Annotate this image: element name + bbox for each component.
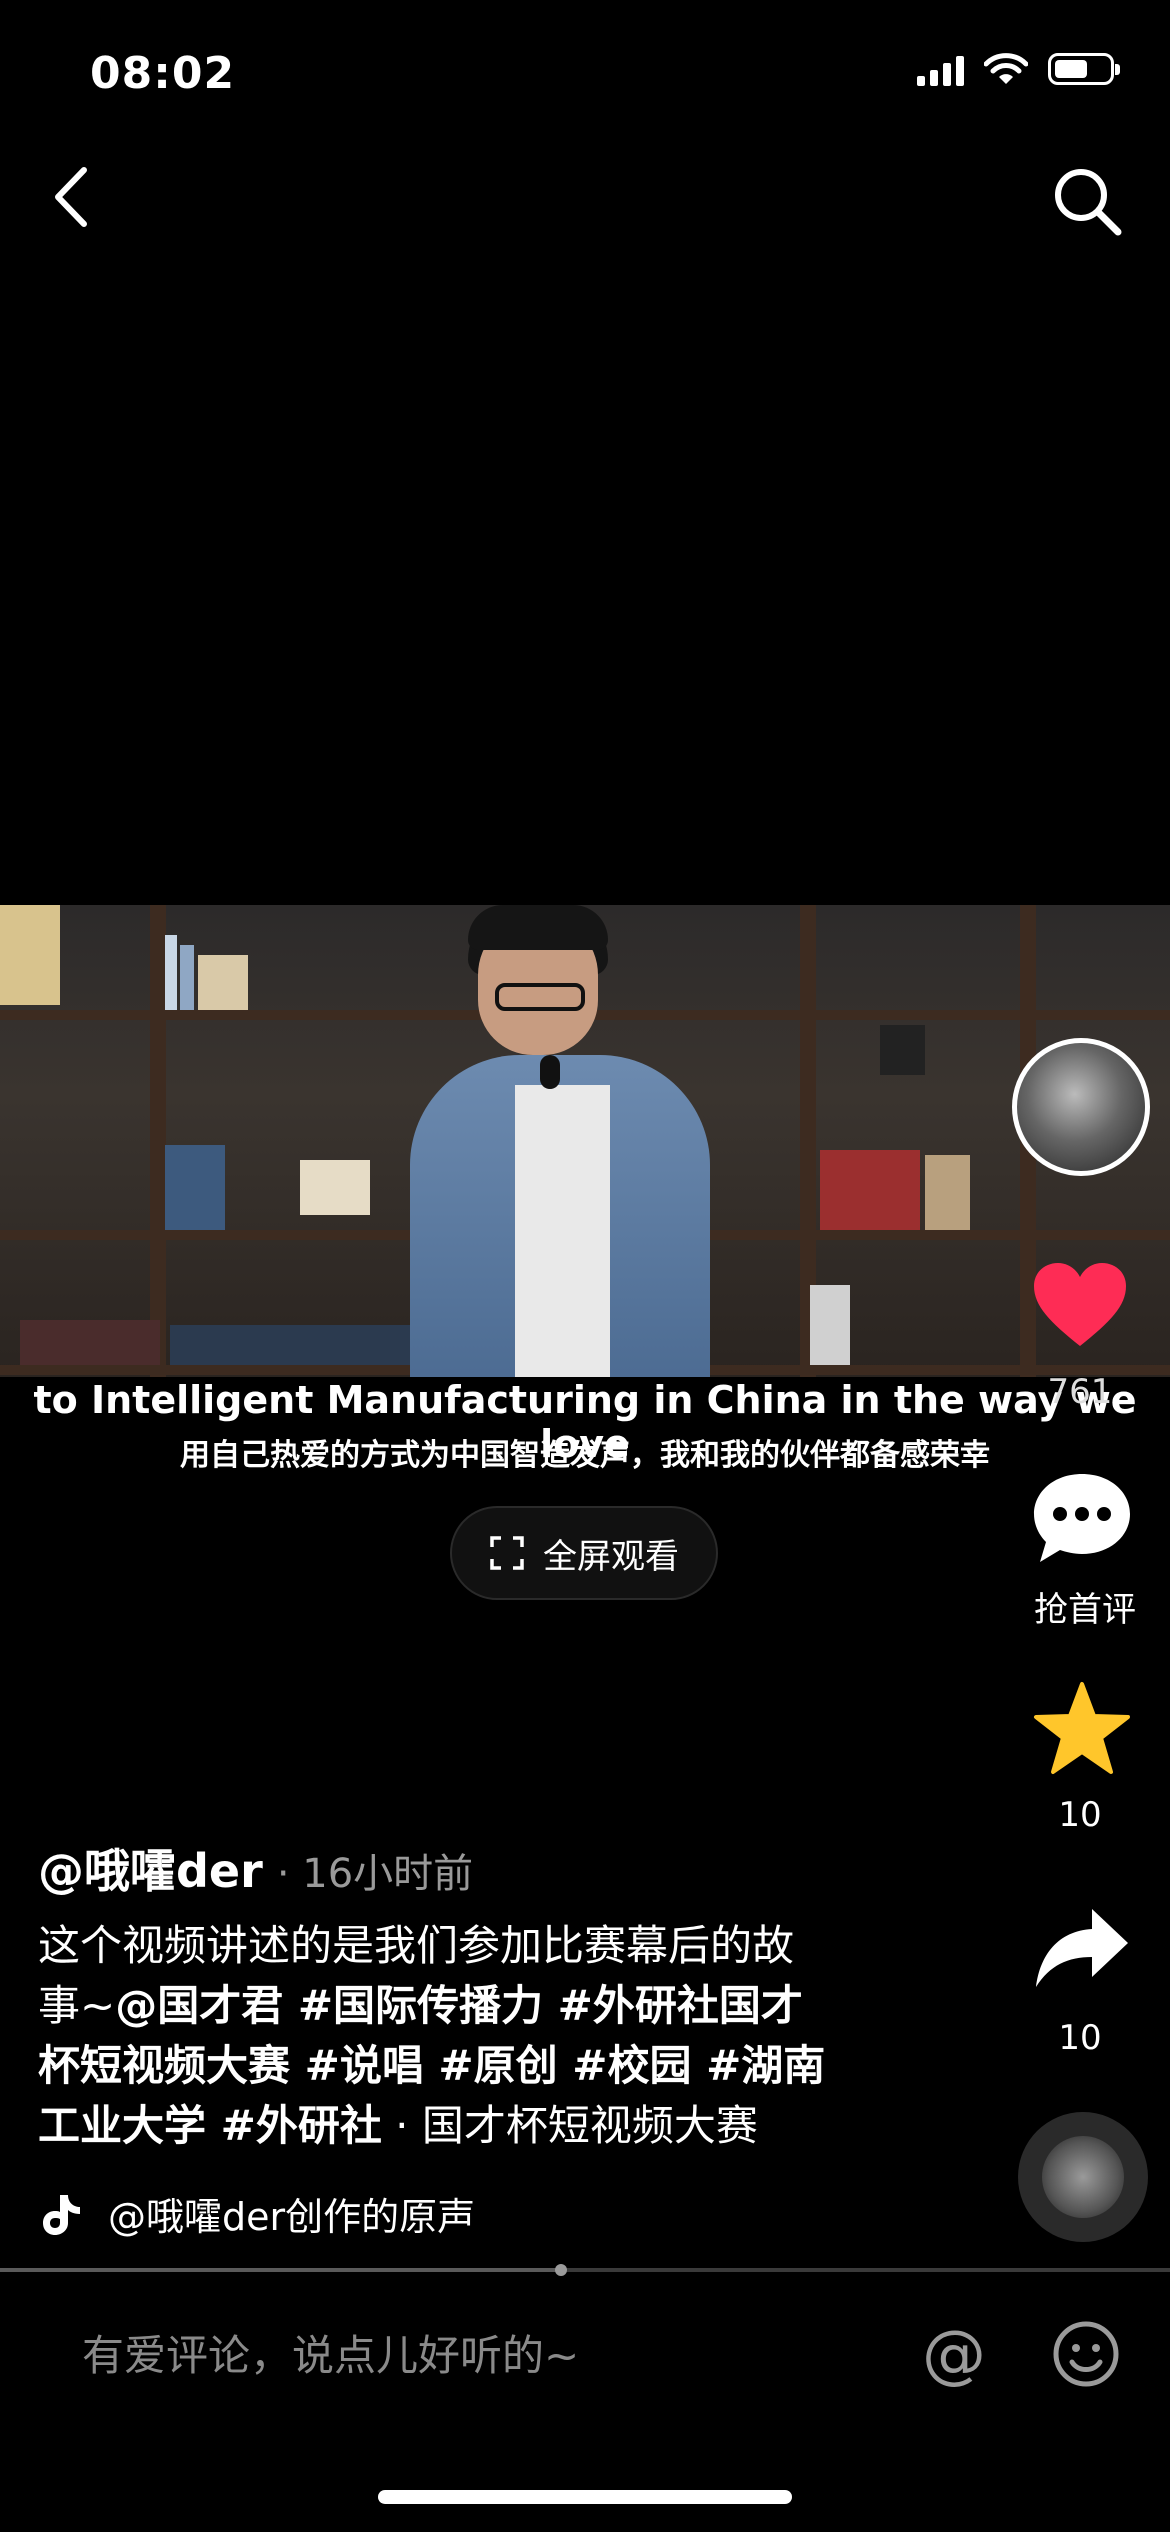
svg-text:@: @ bbox=[922, 2318, 986, 2392]
fullscreen-button[interactable]: 全屏观看 bbox=[450, 1506, 718, 1600]
star-icon[interactable] bbox=[1032, 1680, 1132, 1776]
desc-line: 事~@国才君 #国际传播力 #外研社国才 bbox=[38, 1981, 803, 2030]
emoji-icon[interactable] bbox=[1050, 2318, 1122, 2390]
comment-label: 抢首评 bbox=[1034, 1590, 1136, 1630]
fullscreen-icon bbox=[490, 1536, 524, 1570]
cellular-signal-icon bbox=[917, 52, 964, 86]
video-frame-image bbox=[0, 905, 1170, 1377]
share-count: 10 bbox=[1058, 2018, 1102, 2058]
status-time: 08:02 bbox=[90, 48, 236, 99]
home-indicator[interactable] bbox=[378, 2490, 792, 2504]
tiktok-note-icon bbox=[43, 2194, 80, 2235]
video-player[interactable] bbox=[0, 905, 1170, 1377]
at-mention-icon[interactable]: @ bbox=[916, 2318, 992, 2394]
status-icons bbox=[917, 52, 1120, 86]
hashtag-link[interactable]: 杯短视频大赛 #说唱 #原创 #校园 #湖南 bbox=[38, 2036, 898, 2096]
author-avatar[interactable] bbox=[1012, 1038, 1150, 1176]
hashtag-link[interactable]: @国才君 #国际传播力 #外研社国才 bbox=[115, 1981, 803, 2030]
desc-line: 工业大学 #外研社 · 国才杯短视频大赛 bbox=[38, 2101, 758, 2150]
comment-icon[interactable] bbox=[1030, 1470, 1134, 1566]
heart-icon[interactable] bbox=[1030, 1260, 1130, 1350]
post-description: 这个视频讲述的是我们参加比赛幕后的故 事~@国才君 #国际传播力 #外研社国才 … bbox=[38, 1916, 898, 2156]
post-time: · 16小时前 bbox=[276, 1851, 474, 1897]
share-icon[interactable] bbox=[1032, 1905, 1132, 1991]
subtitle-chinese: 用自己热爱的方式为中国智造发声，我和我的伙伴都备感荣幸 bbox=[180, 1438, 990, 1473]
like-count: 761 bbox=[1047, 1372, 1113, 1412]
author-line: @哦嚯der · 16小时前 bbox=[38, 1835, 473, 1901]
hashtag-link[interactable]: 工业大学 #外研社 bbox=[38, 2101, 382, 2150]
comment-input[interactable]: 有爱评论，说点儿好听的~ bbox=[82, 2322, 579, 2383]
progress-knob[interactable] bbox=[555, 2264, 567, 2276]
author-name[interactable]: @哦嚯der bbox=[38, 1835, 263, 1901]
search-icon[interactable] bbox=[1048, 162, 1128, 242]
back-button[interactable] bbox=[44, 162, 104, 232]
music-disc[interactable] bbox=[1018, 2112, 1148, 2242]
music-title: @哦嚯der创作的原声 bbox=[108, 2195, 476, 2239]
music-line[interactable]: @哦嚯der创作的原声 bbox=[38, 2186, 475, 2241]
favorite-count: 10 bbox=[1058, 1795, 1102, 1835]
fullscreen-label: 全屏观看 bbox=[543, 1536, 679, 1577]
battery-icon bbox=[1048, 53, 1120, 85]
wifi-icon bbox=[984, 53, 1028, 84]
progress-bar[interactable] bbox=[0, 2264, 1170, 2276]
desc-line: 这个视频讲述的是我们参加比赛幕后的故 bbox=[38, 1921, 795, 1970]
